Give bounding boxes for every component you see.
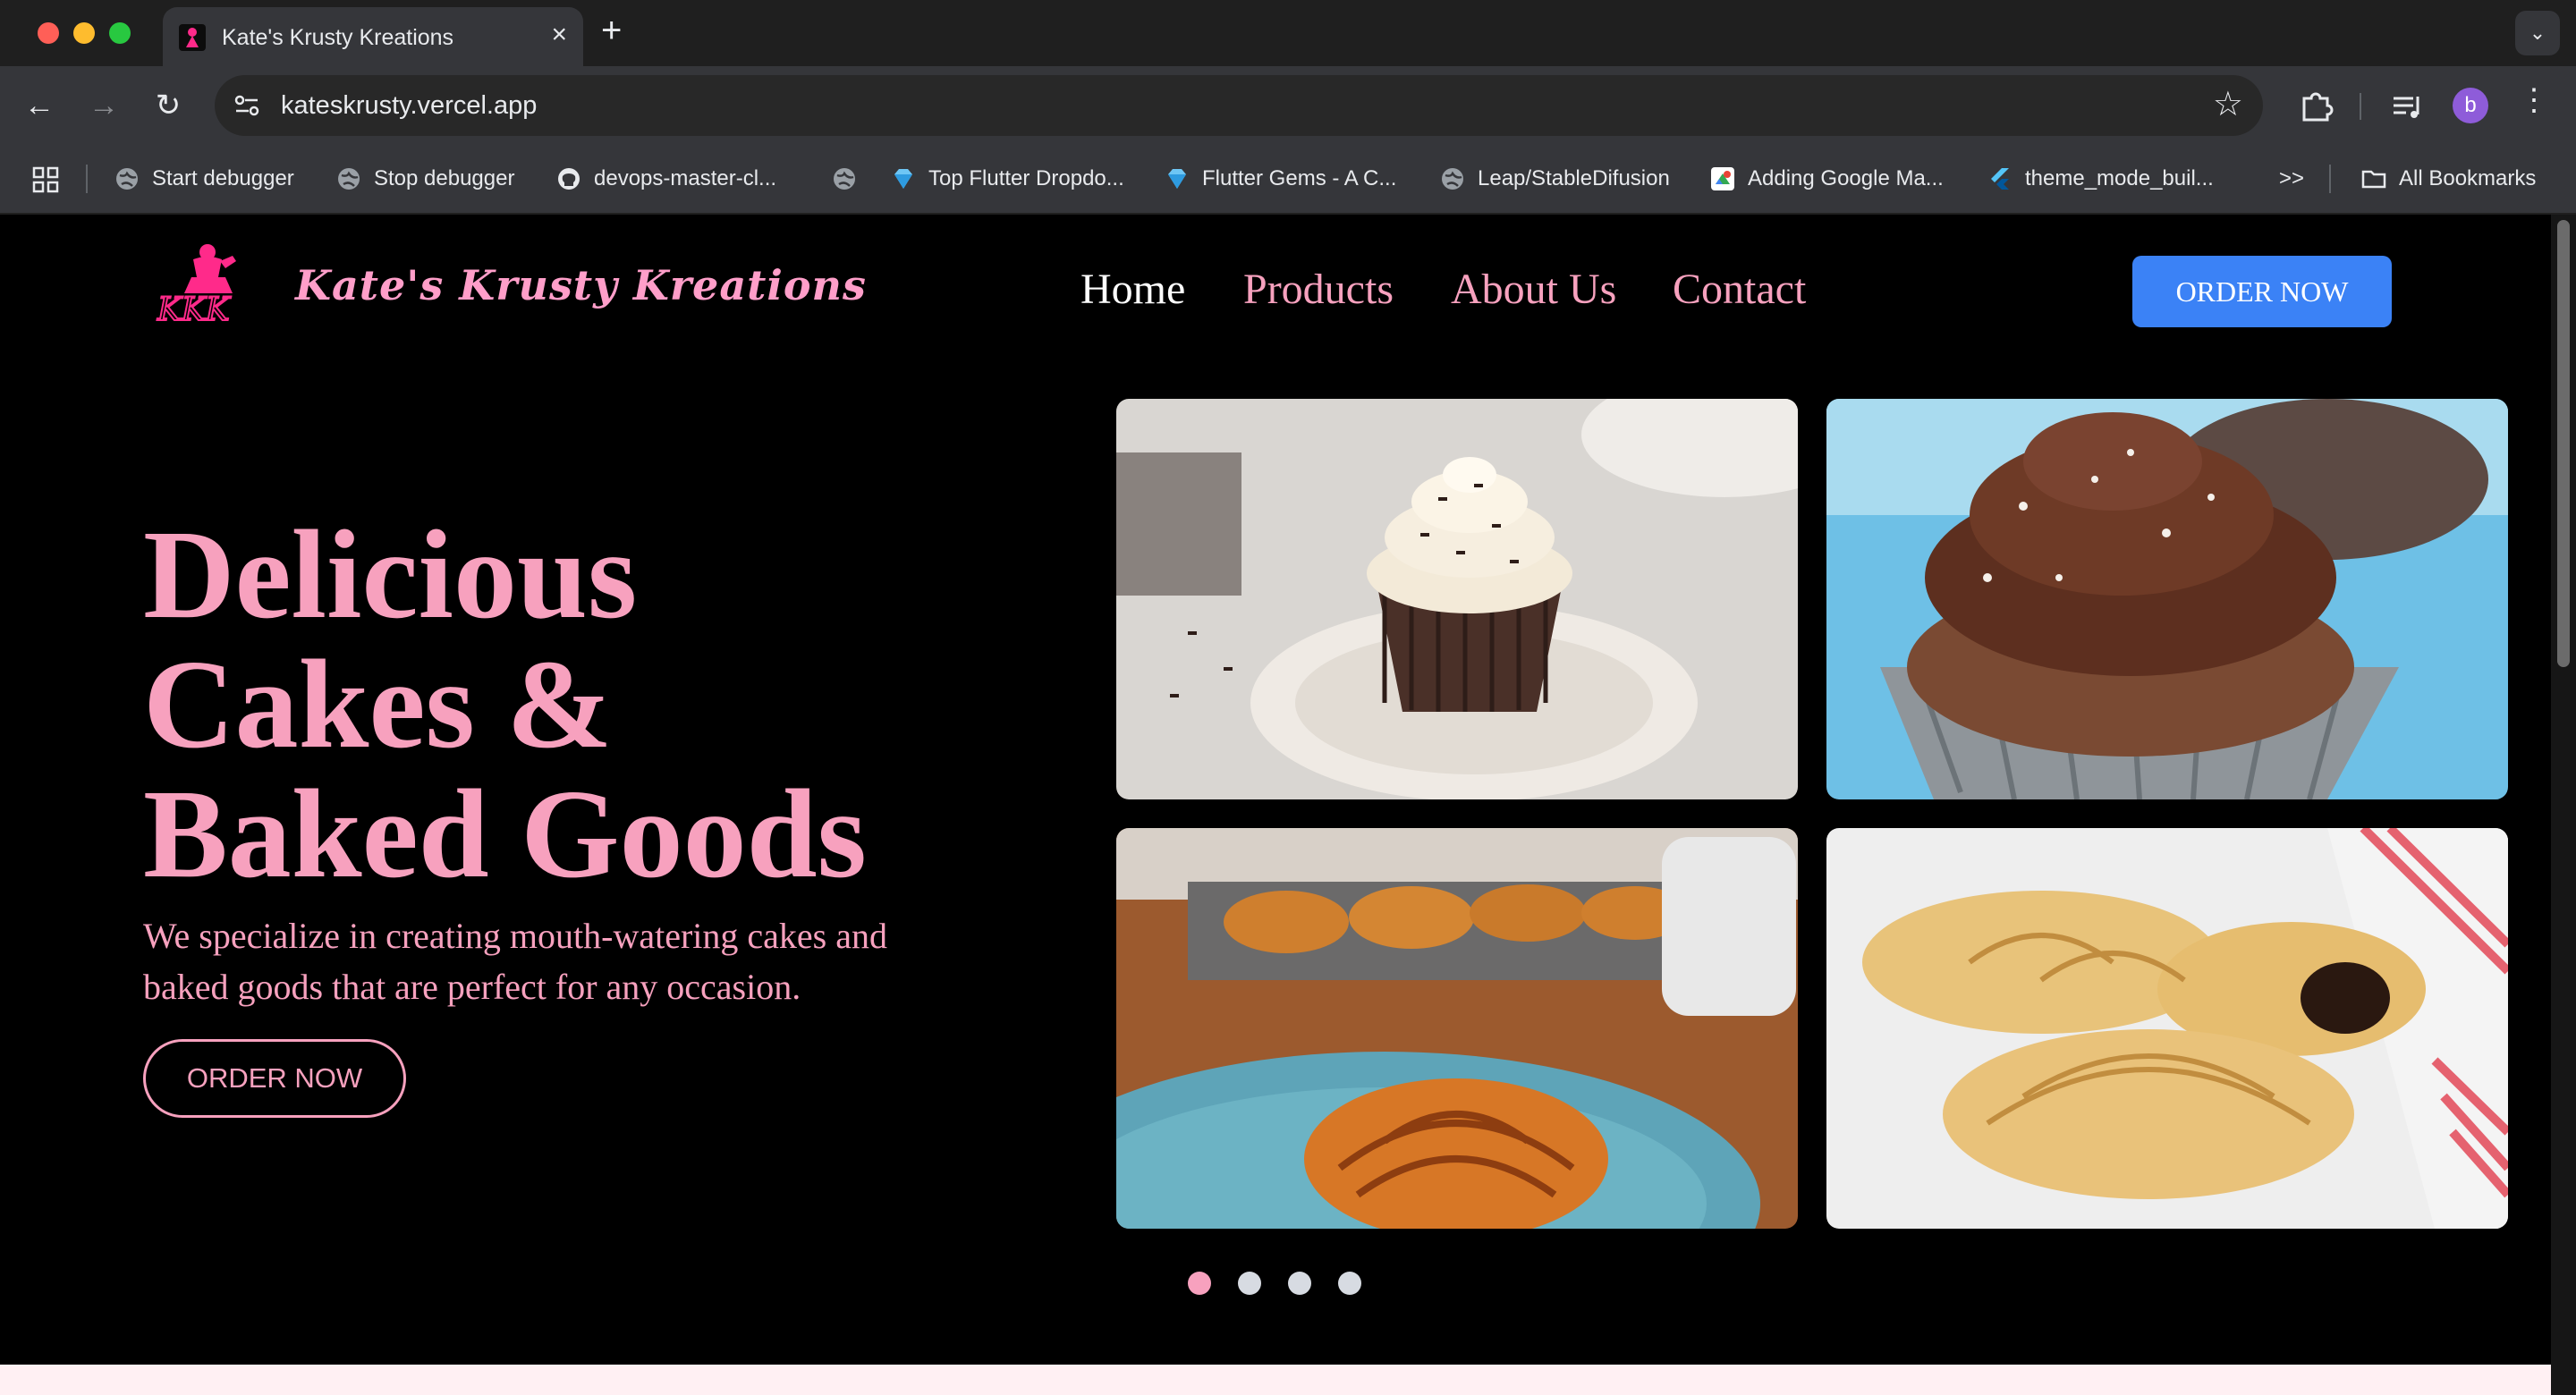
carousel-dot-1[interactable] bbox=[1188, 1272, 1211, 1295]
forward-arrow-icon[interactable]: → bbox=[82, 84, 125, 127]
apps-grid-icon[interactable] bbox=[32, 166, 59, 193]
bookmark-star-icon[interactable]: ☆ bbox=[2213, 84, 2243, 124]
bookmark-flutter-gems[interactable]: Flutter Gems - A C... bbox=[1165, 161, 1396, 197]
carousel-dot-4[interactable] bbox=[1338, 1272, 1361, 1295]
croissant-on-blue-plate-image bbox=[1116, 828, 1798, 1229]
tab-search-chevron-icon[interactable]: ⌄ bbox=[2515, 11, 2560, 55]
scrollbar-thumb[interactable] bbox=[2557, 220, 2570, 667]
new-tab-plus-icon[interactable]: + bbox=[601, 11, 622, 51]
bookmarks-divider bbox=[86, 165, 88, 193]
vanilla-frosted-cupcake-image bbox=[1116, 399, 1798, 799]
browser-menu-icon[interactable]: ⋮ bbox=[2519, 82, 2549, 118]
all-bookmarks-folder[interactable]: All Bookmarks bbox=[2361, 161, 2536, 197]
reload-icon[interactable]: ↻ bbox=[147, 84, 190, 127]
globe-icon bbox=[338, 168, 360, 190]
profile-avatar[interactable]: b bbox=[2453, 88, 2488, 123]
close-window-button[interactable] bbox=[38, 22, 59, 44]
bookmark-leap-stablediffusion[interactable]: Leap/StableDifusion bbox=[1440, 161, 1670, 197]
minimize-window-button[interactable] bbox=[73, 22, 95, 44]
nav-about-us-link[interactable]: About Us bbox=[1451, 265, 1616, 314]
carousel-dot-3[interactable] bbox=[1288, 1272, 1311, 1295]
globe-icon bbox=[834, 168, 855, 190]
toolbar-divider bbox=[2360, 93, 2361, 120]
hero-order-now-button[interactable]: ORDER NOW bbox=[143, 1039, 406, 1118]
browser-tab[interactable]: Kate's Krusty Kreations × bbox=[163, 7, 583, 66]
media-controls-icon[interactable] bbox=[2388, 88, 2426, 125]
tab-title: Kate's Krusty Kreations bbox=[222, 25, 454, 50]
nav-contact-link[interactable]: Contact bbox=[1673, 265, 1806, 314]
brand-logo-icon[interactable]: KKK bbox=[152, 238, 268, 327]
flutter-gems-icon bbox=[1168, 169, 1186, 189]
bookmarks-overflow-chevron-icon[interactable]: >> bbox=[2279, 166, 2304, 191]
bookmark-top-flutter-dropdown[interactable]: Top Flutter Dropdo... bbox=[891, 161, 1124, 197]
maximize-window-button[interactable] bbox=[109, 22, 131, 44]
bookmark-theme-mode-builder[interactable]: theme_mode_buil... bbox=[1987, 161, 2214, 197]
hero-title-line: Baked Goods bbox=[143, 763, 867, 904]
browser-tab-strip: Kate's Krusty Kreations × + ⌄ bbox=[0, 0, 2576, 66]
url-text: kateskrusty.vercel.app bbox=[281, 91, 538, 120]
browser-toolbar: ← → ↻ kateskrusty.vercel.app ☆ b ⋮ bbox=[0, 66, 2576, 145]
site-settings-icon[interactable] bbox=[231, 89, 263, 122]
next-section-edge bbox=[0, 1365, 2551, 1395]
nav-home-link[interactable]: Home bbox=[1080, 265, 1185, 314]
bookmarks-divider bbox=[2329, 165, 2331, 193]
site-favicon-icon bbox=[179, 24, 206, 51]
globe-icon bbox=[1442, 168, 1463, 190]
bookmarks-bar: Start debugger Stop debugger devops-mast… bbox=[0, 145, 2576, 215]
svg-text:KKK: KKK bbox=[157, 292, 232, 327]
tab-close-icon[interactable]: × bbox=[551, 20, 567, 50]
header-order-now-button[interactable]: ORDER NOW bbox=[2132, 256, 2392, 327]
bookmark-adding-google-maps[interactable]: Adding Google Ma... bbox=[1710, 161, 1944, 197]
chocolate-filled-croissants-image bbox=[1826, 828, 2508, 1229]
back-arrow-icon[interactable]: ← bbox=[18, 84, 61, 127]
web-page: KKK Kate's Krusty Kreations Home Product… bbox=[0, 215, 2576, 1395]
folder-icon bbox=[2361, 170, 2386, 189]
flutter-icon bbox=[1991, 168, 2009, 190]
brand-name[interactable]: Kate's Krusty Kreations bbox=[295, 261, 867, 309]
page-scrollbar[interactable] bbox=[2551, 215, 2576, 1395]
bookmark-globe[interactable] bbox=[832, 161, 869, 197]
extensions-puzzle-icon[interactable] bbox=[2297, 86, 2334, 123]
bookmark-stop-debugger[interactable]: Stop debugger bbox=[336, 161, 514, 197]
chocolate-frosted-cupcake-image bbox=[1826, 399, 2508, 799]
bookmark-start-debugger[interactable]: Start debugger bbox=[114, 161, 294, 197]
google-maps-icon bbox=[1711, 167, 1734, 190]
bookmark-devops-master[interactable]: devops-master-cl... bbox=[556, 161, 776, 197]
carousel-dot-2[interactable] bbox=[1238, 1272, 1261, 1295]
nav-products-link[interactable]: Products bbox=[1243, 265, 1394, 314]
hero-subtitle: We specialize in creating mouth-watering… bbox=[143, 916, 887, 1007]
address-bar[interactable]: kateskrusty.vercel.app ☆ bbox=[215, 75, 2263, 136]
globe-icon bbox=[116, 168, 138, 190]
hero-title-line: Delicious bbox=[143, 503, 638, 645]
hero-title: Delicious Cakes & Baked Goods bbox=[143, 510, 948, 899]
github-icon bbox=[558, 168, 580, 190]
flutter-gems-icon bbox=[894, 169, 912, 189]
hero-title-line: Cakes & bbox=[143, 633, 613, 774]
